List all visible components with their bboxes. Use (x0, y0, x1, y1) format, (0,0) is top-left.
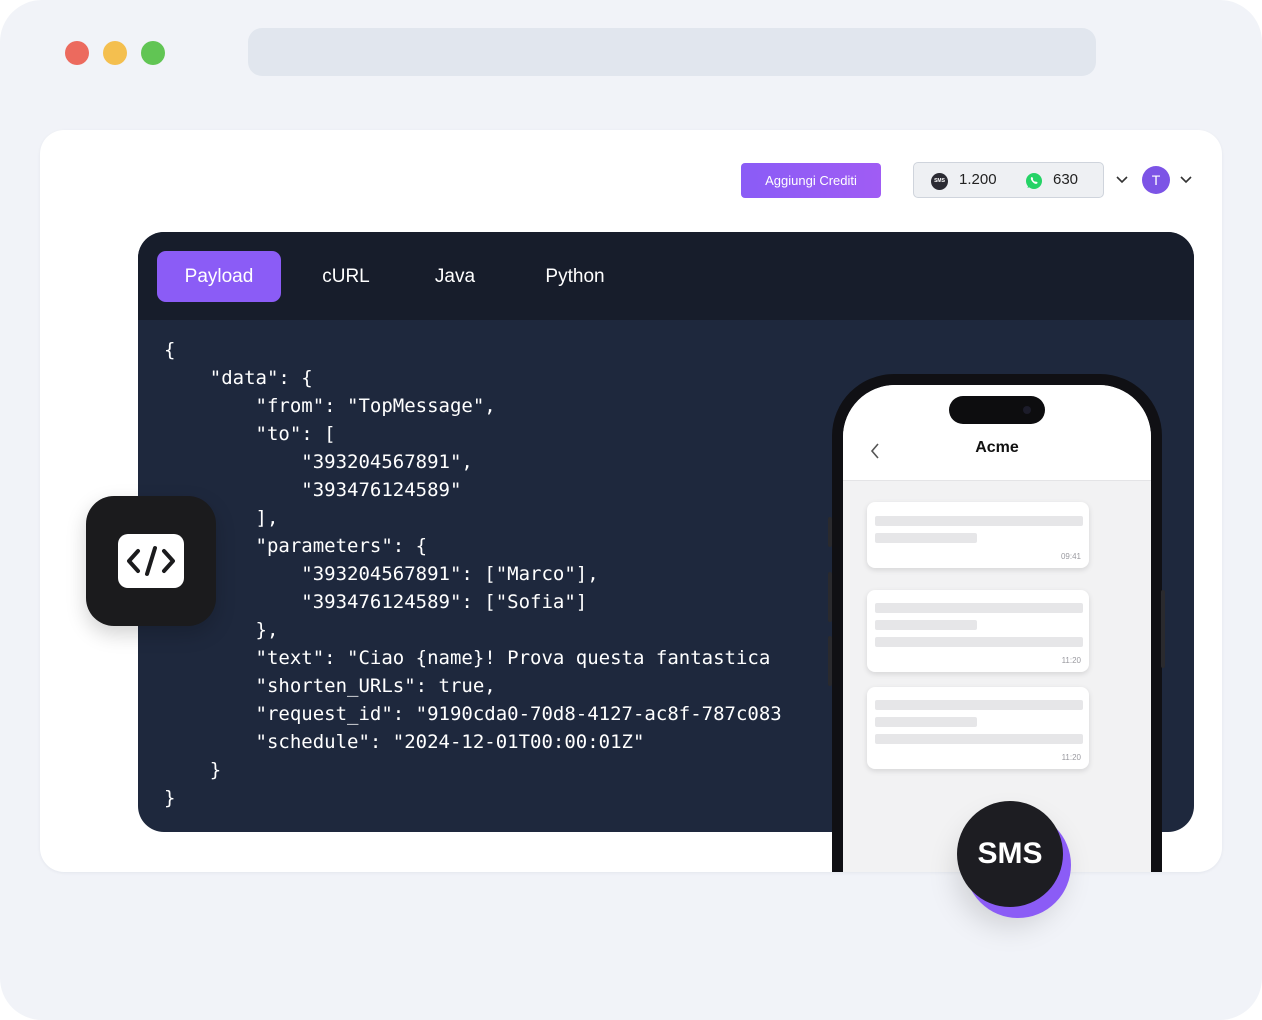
dynamic-island (949, 396, 1045, 424)
phone-mockup: Acme 09:41 11:20 11:20 (832, 374, 1162, 872)
phone-side-button (828, 517, 832, 547)
chevron-down-icon[interactable] (1115, 175, 1129, 185)
message-bubble: 09:41 (867, 502, 1089, 568)
sms-badge: SMS (957, 801, 1063, 907)
phone-side-button (828, 572, 832, 622)
message-time: 11:20 (1061, 656, 1081, 665)
tab-payload[interactable]: Payload (157, 251, 281, 302)
browser-frame: Aggiungi Crediti SMS 1.200 630 T Payload… (0, 0, 1262, 1020)
code-badge (86, 496, 216, 626)
message-time: 09:41 (1060, 552, 1081, 561)
message-bubble: 11:20 (867, 687, 1089, 769)
message-bubble: 11:20 (867, 590, 1089, 672)
address-bar[interactable] (248, 28, 1096, 76)
phone-body: Acme 09:41 11:20 11:20 (832, 374, 1162, 872)
add-credits-button[interactable]: Aggiungi Crediti (741, 163, 881, 198)
code-tabs: Payload cURL Java Python (138, 232, 1194, 320)
whatsapp-icon (1026, 173, 1042, 189)
close-window-button[interactable] (65, 41, 89, 65)
phone-side-button (1161, 590, 1165, 668)
code-brackets-icon (118, 534, 184, 588)
sms-credits-value: 1.200 (959, 171, 997, 188)
avatar[interactable]: T (1142, 166, 1170, 194)
phone-side-button (828, 636, 832, 686)
minimize-window-button[interactable] (103, 41, 127, 65)
maximize-window-button[interactable] (141, 41, 165, 65)
sms-icon: SMS (931, 173, 948, 190)
code-block: { "data": { "from": "TopMessage", "to": … (164, 339, 782, 809)
whatsapp-credits-value: 630 (1053, 171, 1079, 188)
chat-header: Acme (843, 385, 1151, 481)
message-time: 11:20 (1061, 753, 1081, 762)
phone-screen: Acme 09:41 11:20 11:20 (843, 385, 1151, 872)
tab-curl[interactable]: cURL (306, 251, 386, 302)
tab-java[interactable]: Java (420, 251, 490, 302)
contact-name: Acme (975, 439, 1019, 456)
credits-balance[interactable]: SMS 1.200 630 (913, 162, 1104, 198)
chevron-down-icon[interactable] (1179, 175, 1193, 185)
tab-python[interactable]: Python (533, 251, 617, 302)
